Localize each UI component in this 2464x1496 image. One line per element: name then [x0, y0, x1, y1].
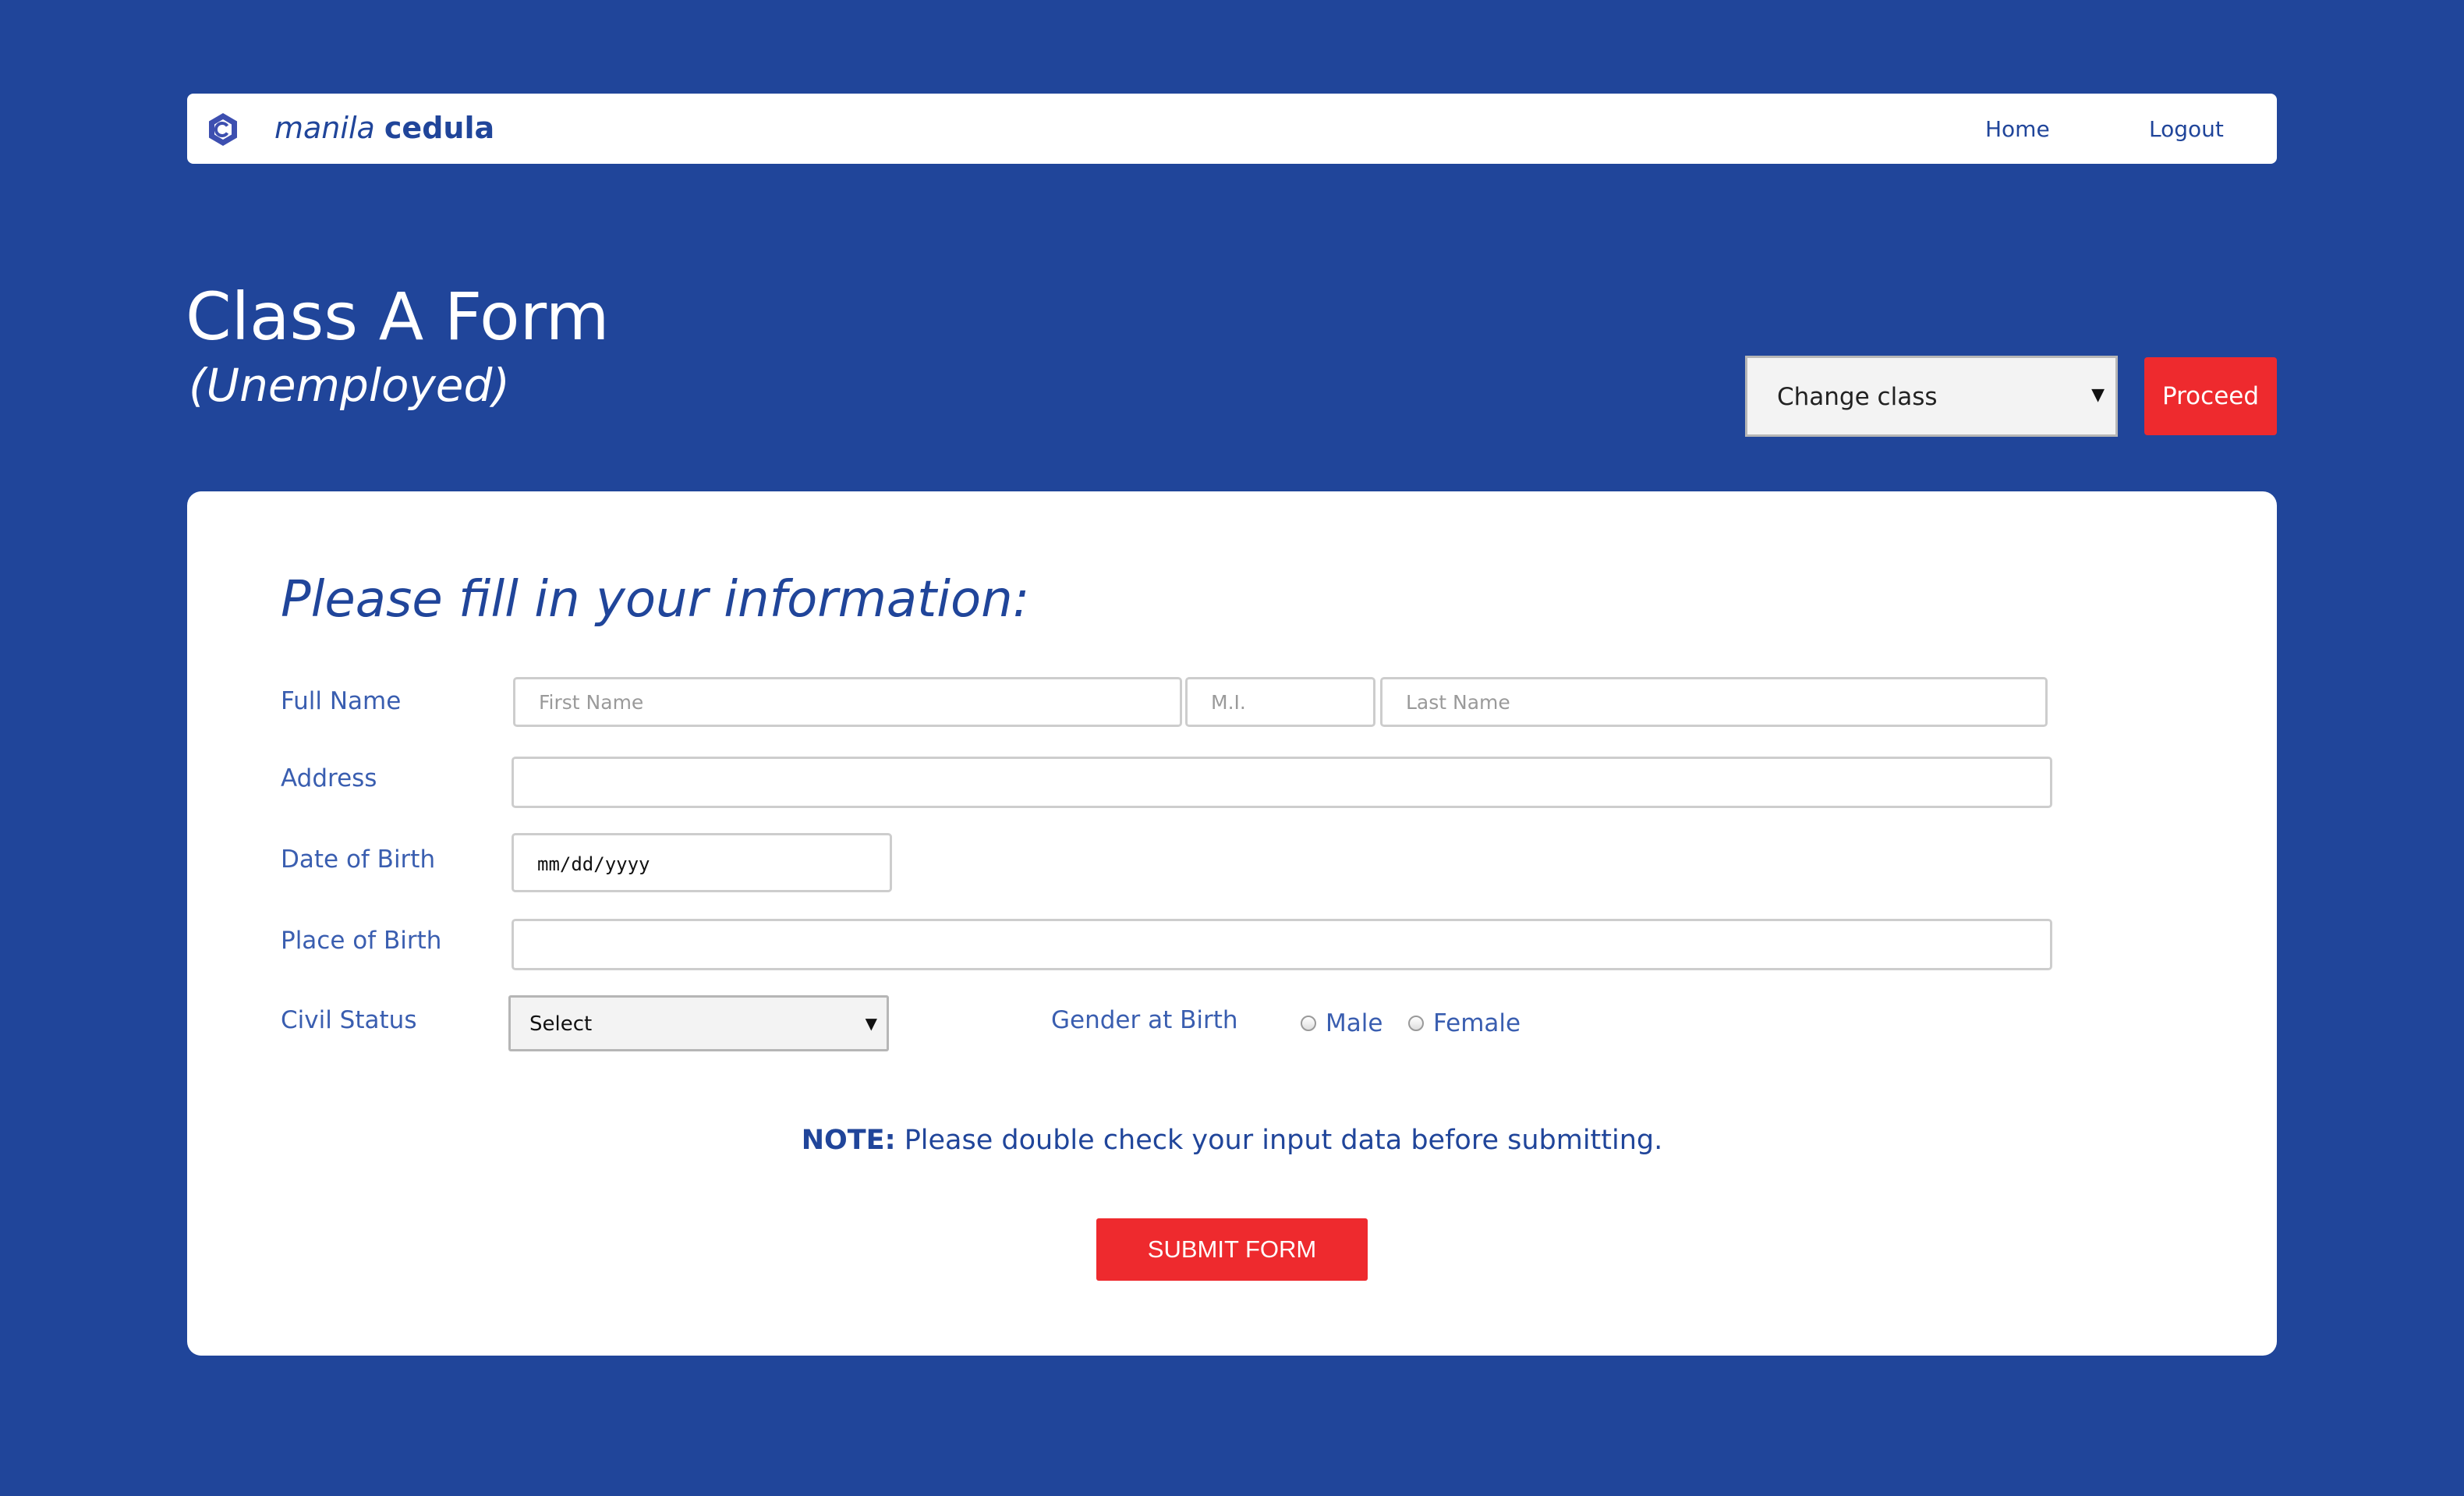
place-of-birth-input[interactable]	[512, 919, 2052, 970]
gender-radio-male[interactable]: Male	[1301, 1006, 1382, 1040]
radio-button[interactable]	[1408, 1016, 1424, 1031]
gender-at-birth-label: Gender at Birth	[1051, 1006, 1238, 1034]
nav-link-home[interactable]: Home	[1985, 112, 2050, 147]
gender-option-label: Female	[1433, 1009, 1521, 1037]
full-name-label: Full Name	[281, 687, 402, 715]
civil-status-select-value: Select	[529, 1012, 593, 1036]
proceed-button[interactable]: Proceed	[2144, 357, 2277, 435]
brand-name: cedula	[384, 111, 495, 145]
address-input[interactable]	[512, 757, 2052, 808]
submit-form-button[interactable]: SUBMIT FORM	[1096, 1218, 1368, 1281]
civil-status-select[interactable]: Select ▼	[508, 995, 889, 1051]
page-title: Class A Form	[186, 278, 610, 355]
date-of-birth-label: Date of Birth	[281, 845, 436, 874]
note-label: NOTE:	[801, 1125, 896, 1156]
middle-initial-input[interactable]	[1185, 677, 1375, 727]
place-of-birth-label: Place of Birth	[281, 927, 442, 955]
gender-radio-female[interactable]: Female	[1408, 1006, 1521, 1040]
address-label: Address	[281, 764, 377, 792]
date-of-birth-input[interactable]: mm/dd/yyyy	[512, 833, 892, 892]
first-name-input[interactable]	[513, 677, 1182, 727]
form-card: Please fill in your information: Full Na…	[187, 491, 2277, 1356]
change-class-select-value: Change class	[1777, 383, 1938, 411]
gender-option-label: Male	[1326, 1009, 1383, 1037]
caret-down-icon: ▼	[865, 1014, 877, 1033]
civil-status-label: Civil Status	[281, 1006, 417, 1034]
page-subtitle: (Unemployed)	[189, 359, 510, 412]
brand-city: manila	[274, 111, 375, 145]
date-of-birth-value: mm/dd/yyyy	[537, 853, 650, 875]
radio-button[interactable]	[1301, 1016, 1316, 1031]
nav-link-logout[interactable]: Logout	[2149, 112, 2224, 147]
brand-logo-text[interactable]: manila cedula	[274, 108, 494, 148]
hexagon-c-logo-icon[interactable]	[204, 111, 242, 148]
change-class-select[interactable]: Change class ▼	[1745, 356, 2118, 437]
submission-note: NOTE: Please double check your input dat…	[187, 1122, 2277, 1159]
form-heading: Please fill in your information:	[281, 571, 1030, 629]
caret-down-icon: ▼	[2091, 385, 2105, 405]
navbar: manila cedula Home Logout	[187, 94, 2277, 164]
note-text: Please double check your input data befo…	[895, 1125, 1663, 1156]
last-name-input[interactable]	[1380, 677, 2048, 727]
